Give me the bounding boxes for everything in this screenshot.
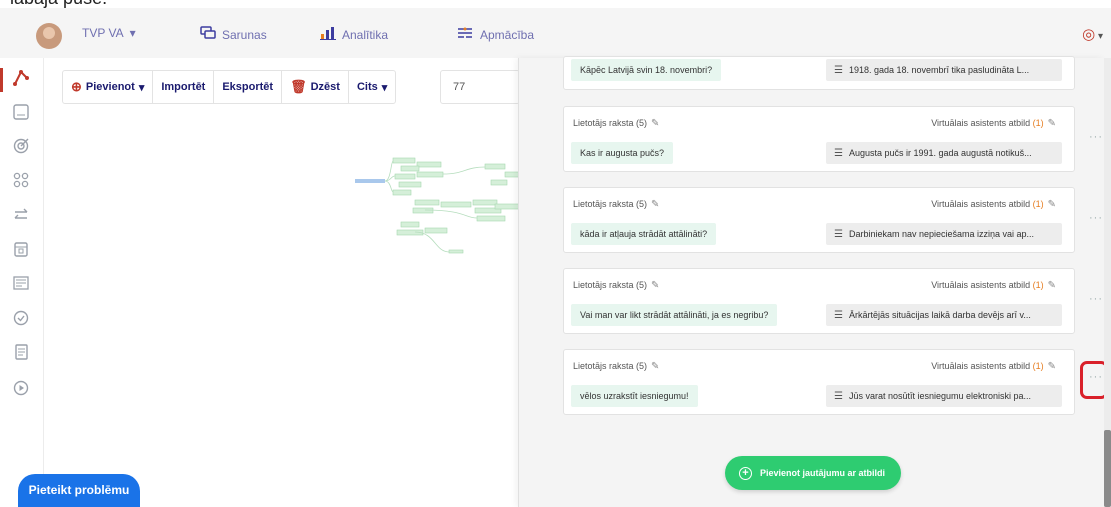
target-icon[interactable] (10, 138, 32, 160)
editor-toolbar: ⊕ Pievienot ▾ Importēt Eksportēt 🗑 Dzēst… (62, 70, 397, 104)
flow-icon[interactable] (10, 69, 32, 91)
chevron-down-icon: ▾ (381, 81, 388, 94)
other-label: Cits (356, 81, 378, 93)
chevron-down-icon: ▾ (1095, 31, 1103, 42)
pencil-icon[interactable]: ✎ (1048, 280, 1056, 291)
add-question-label: Pievienot jautājumu ar atbildi (760, 468, 886, 478)
add-label: Pievienot (85, 81, 135, 93)
pencil-icon[interactable]: ✎ (651, 118, 659, 129)
training-icon (456, 26, 474, 44)
nav-item-apmaciba[interactable]: Apmācība (456, 26, 534, 44)
scrollbar-thumb[interactable] (1104, 430, 1111, 507)
user-menu[interactable]: ◎ ▾ (1082, 25, 1103, 43)
delete-label: Dzēst (310, 81, 340, 93)
user-label: Lietotājs raksta (5) ✎ (573, 118, 660, 129)
trash-icon: 🗑 (290, 79, 307, 94)
answer-text: Augusta pučs ir 1991. gada augustā notik… (848, 148, 1032, 158)
pencil-icon[interactable]: ✎ (651, 199, 659, 210)
account-name: TVP VA (82, 26, 124, 40)
mindmap-canvas[interactable] (355, 152, 525, 262)
nav-label: Sarunas (222, 28, 267, 42)
form-icon[interactable] (10, 275, 32, 297)
user-label: Lietotājs raksta (5) ✎ (573, 361, 660, 372)
add-button[interactable]: ⊕ Pievienot ▾ (63, 71, 154, 103)
chevron-down-icon: ▾ (129, 26, 136, 40)
answer-text: 1918. gada 18. novembrī tika pasludināta… (848, 65, 1030, 75)
answer-text: Jūs varat nosūtīt iesniegumu elektronisk… (848, 391, 1032, 401)
answer-box[interactable]: ☰ 1918. gada 18. novembrī tika pasludināt… (826, 59, 1062, 81)
question-box[interactable]: Kas ir augusta pučs? (571, 142, 674, 164)
pencil-icon[interactable]: ✎ (1048, 361, 1056, 372)
active-indicator (0, 68, 3, 92)
plus-circle-icon: ⊕ (71, 79, 82, 94)
user-circle-icon: ◎ (1082, 26, 1096, 43)
top-nav: TVP VA ▾ Sarunas Analītika Apmācība ◎ ▾ (0, 8, 1111, 58)
nav-label: Apmācība (480, 28, 535, 42)
document-icon[interactable] (10, 344, 32, 366)
nav-item-sarunas[interactable]: Sarunas (200, 26, 267, 44)
app-root: labajā pusē. TVP VA ▾ Sarunas Analītika … (0, 0, 1111, 507)
pencil-icon[interactable]: ✎ (651, 361, 659, 372)
grid-icon[interactable] (10, 172, 32, 194)
answer-box[interactable]: ☰ Jūs varat nosūtīt iesniegumu elektronis… (826, 385, 1062, 407)
calendar-icon[interactable] (10, 241, 32, 263)
qa-card[interactable]: Lietotājs raksta (5) ✎ Virtuālais asisten… (563, 106, 1075, 172)
nav-item-analitika[interactable]: Analītika (320, 26, 388, 44)
answer-box[interactable]: ☰ Ārkārtējās situācijas laikā darba devēj… (826, 304, 1062, 326)
va-label: Virtuālais asistents atbild (1) ✎ (931, 361, 1056, 372)
answer-box[interactable]: ☰ Darbiniekam nav nepieciešama izziņa vai… (826, 223, 1062, 245)
va-label: Virtuālais asistents atbild (1) ✎ (931, 199, 1056, 210)
answer-box[interactable]: ☰ Augusta pučs ir 1991. gada augustā noti… (826, 142, 1062, 164)
delete-button[interactable]: 🗑 Dzēst (282, 71, 349, 103)
export-button[interactable]: Eksportēt (214, 71, 283, 103)
import-button[interactable]: Importēt (153, 71, 215, 103)
report-problem-button[interactable]: Pieteikt problēmu (18, 474, 140, 507)
text-lines-icon: ☰ (834, 65, 843, 76)
chart-icon (320, 26, 336, 44)
plus-circle-icon: + (739, 466, 752, 480)
search-input[interactable]: 77 (440, 70, 520, 104)
qa-panel: Kāpēc Latvijā svin 18. novembri? ☰ 1918. … (518, 56, 1108, 507)
pencil-icon[interactable]: ✎ (1048, 118, 1056, 129)
question-box[interactable]: Kāpēc Latvijā svin 18. novembri? (571, 59, 722, 81)
other-dropdown[interactable]: Cits ▾ (349, 71, 395, 103)
answer-text: Darbiniekam nav nepieciešama izziņa vai … (848, 229, 1035, 239)
more-options-icon[interactable]: ··· (1089, 293, 1103, 305)
left-sidebar (0, 58, 44, 507)
pencil-icon[interactable]: ✎ (651, 280, 659, 291)
qa-card[interactable]: Kāpēc Latvijā svin 18. novembri? ☰ 1918. … (563, 56, 1075, 90)
answer-text: Ārkārtējās situācijas laikā darba devējs… (848, 310, 1031, 320)
text-lines-icon: ☰ (834, 310, 843, 321)
va-label: Virtuālais asistents atbild (1) ✎ (931, 280, 1056, 291)
swap-icon[interactable] (10, 207, 32, 229)
more-options-icon[interactable]: ··· (1089, 131, 1103, 143)
question-box[interactable]: vēlos uzrakstīt iesniegumu! (571, 385, 698, 407)
account-avatar[interactable] (36, 23, 62, 49)
chevron-down-icon: ▾ (138, 81, 145, 94)
question-box[interactable]: Vai man var likt strādāt attālināti, ja … (571, 304, 778, 326)
layout-icon[interactable] (10, 104, 32, 126)
qa-card[interactable]: Lietotājs raksta (5) ✎ Virtuālais asisten… (563, 268, 1075, 334)
va-label: Virtuālais asistents atbild (1) ✎ (931, 118, 1056, 129)
question-box[interactable]: kāda ir atļauja strādāt attālināti? (571, 223, 717, 245)
add-question-answer-button[interactable]: + Pievienot jautājumu ar atbildi (725, 456, 902, 490)
pencil-icon[interactable]: ✎ (1048, 199, 1056, 210)
text-lines-icon: ☰ (834, 229, 843, 240)
user-label: Lietotājs raksta (5) ✎ (573, 280, 660, 291)
chat-icon (200, 26, 216, 44)
qa-card[interactable]: Lietotājs raksta (5) ✎ Virtuālais asisten… (563, 349, 1075, 415)
play-icon[interactable] (10, 380, 32, 402)
text-lines-icon: ☰ (834, 148, 843, 159)
nav-label: Analītika (342, 28, 389, 42)
check-icon[interactable] (10, 310, 32, 332)
text-lines-icon: ☰ (834, 391, 843, 402)
qa-card[interactable]: Lietotājs raksta (5) ✎ Virtuālais asisten… (563, 187, 1075, 253)
more-options-icon[interactable]: ··· (1089, 212, 1103, 224)
account-switcher[interactable]: TVP VA ▾ (82, 26, 136, 40)
user-label: Lietotājs raksta (5) ✎ (573, 199, 660, 210)
